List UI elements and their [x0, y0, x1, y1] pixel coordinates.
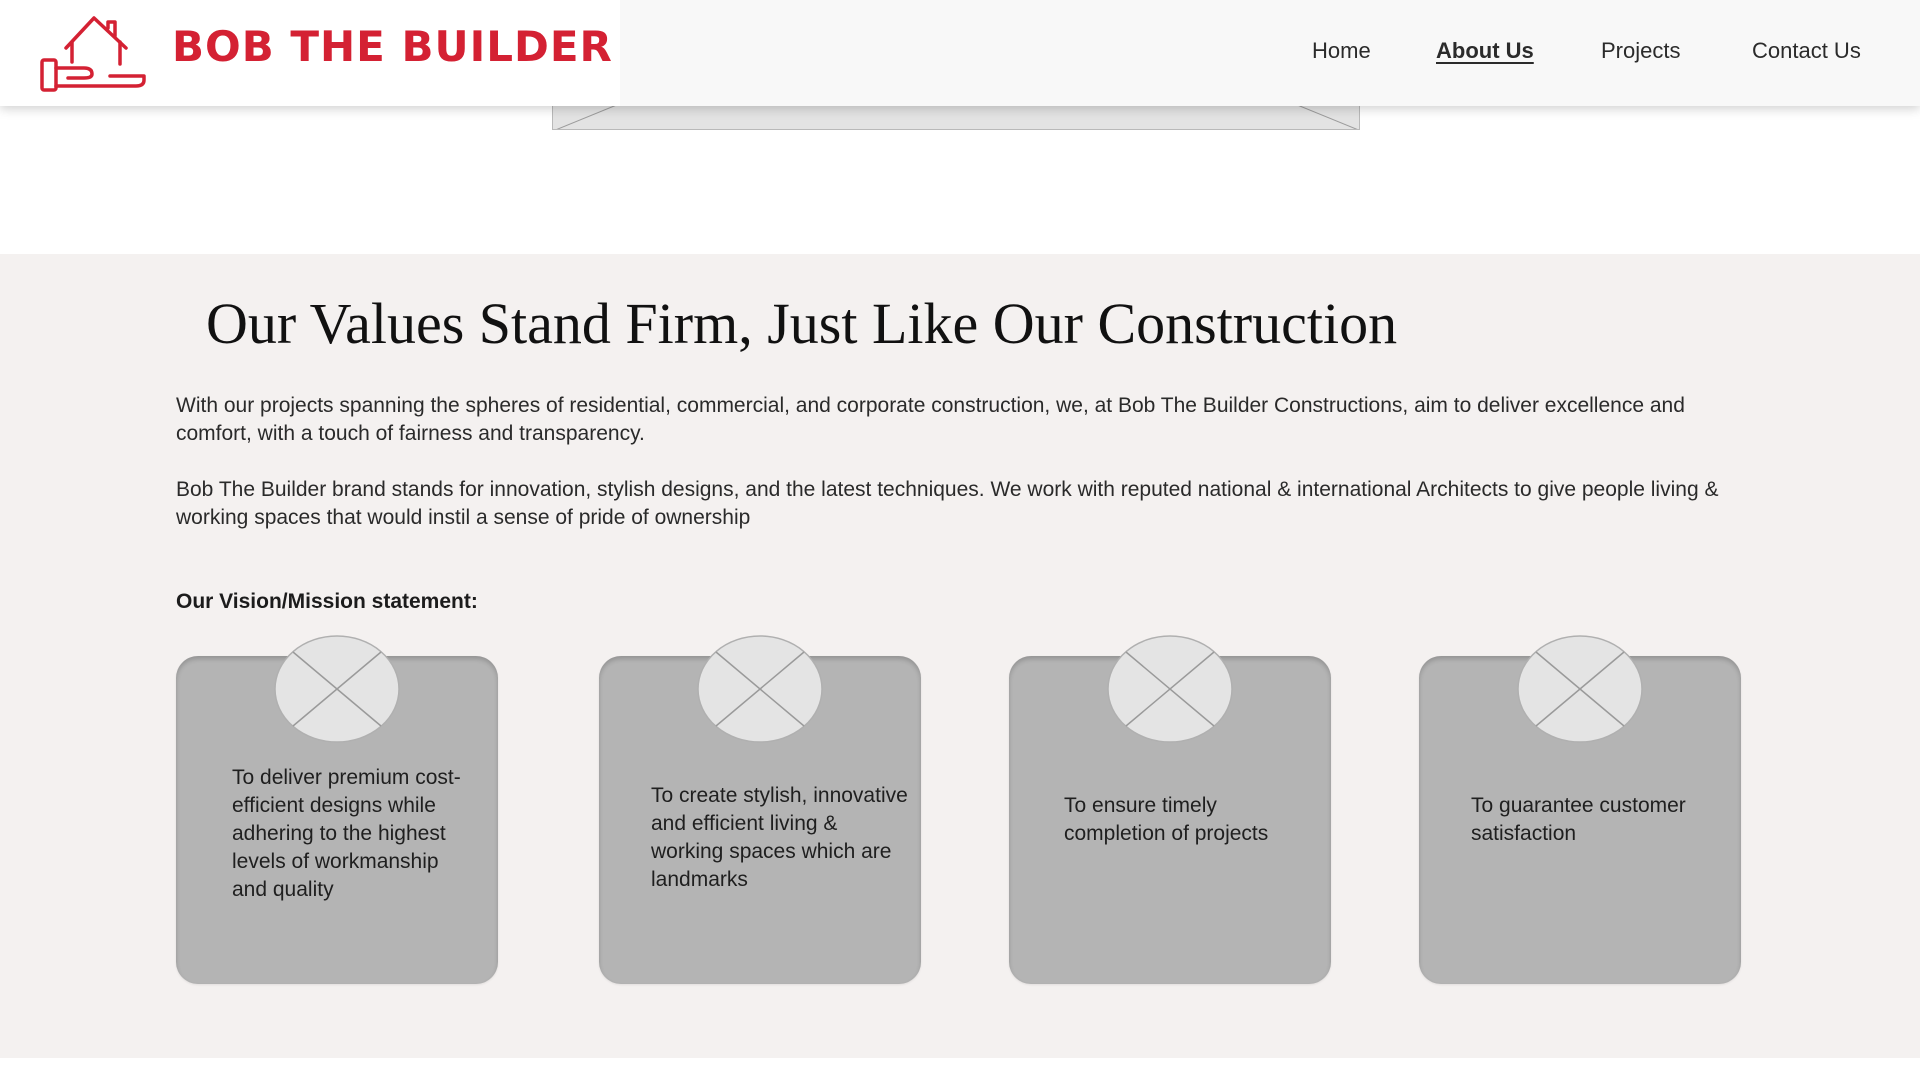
vision-mission-label: Our Vision/Mission statement: [176, 590, 478, 613]
section-title: Our Values Stand Firm, Just Like Our Con… [206, 291, 1398, 356]
house-on-hand-icon [40, 16, 146, 92]
mission-card-text: To ensure timely completion of projects [1064, 794, 1269, 845]
values-section: Our Values Stand Firm, Just Like Our Con… [0, 254, 1920, 1058]
mission-card: To guarantee customer satisfaction [1419, 635, 1741, 984]
image-placeholder-icon [1517, 635, 1643, 743]
mission-card: To deliver premium cost-efficient design… [176, 635, 498, 984]
image-placeholder-icon [1107, 635, 1233, 743]
intro-paragraph: With our projects spanning the spheres o… [176, 394, 1685, 445]
mission-card: To ensure timely completion of projects [1009, 635, 1331, 984]
image-placeholder-icon [697, 635, 823, 743]
mission-card: To create stylish, innovative and effici… [599, 635, 921, 984]
nav-about-us[interactable]: About Us [1436, 38, 1534, 64]
nav-projects[interactable]: Projects [1601, 38, 1680, 64]
nav-home[interactable]: Home [1312, 38, 1371, 64]
brand-paragraph: Bob The Builder brand stands for innovat… [176, 478, 1719, 529]
site-header: BOB THE BUILDER Home About Us Projects C… [0, 0, 1920, 106]
brand-name: BOB THE BUILDER [172, 22, 613, 71]
logo[interactable]: BOB THE BUILDER [0, 0, 620, 106]
mission-card-text: To deliver premium cost-efficient design… [232, 766, 461, 901]
nav-contact-us[interactable]: Contact Us [1752, 38, 1861, 64]
image-placeholder-icon [274, 635, 400, 743]
mission-card-text: To guarantee customer satisfaction [1471, 794, 1686, 845]
mission-card-text: To create stylish, innovative and effici… [651, 784, 908, 891]
